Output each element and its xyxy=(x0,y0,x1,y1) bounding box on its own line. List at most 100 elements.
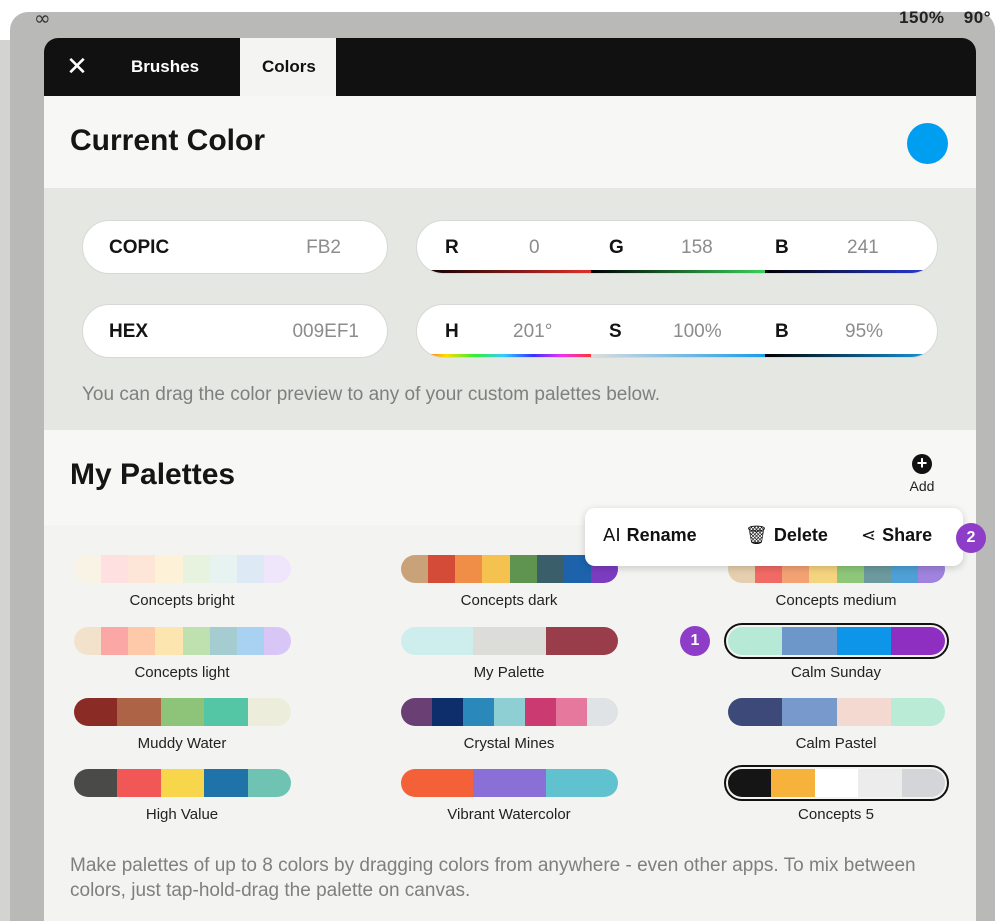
palette-swatch[interactable] xyxy=(494,698,525,726)
palette-swatch[interactable] xyxy=(204,698,248,726)
palette-swatch[interactable] xyxy=(209,555,237,583)
palette-swatch[interactable] xyxy=(236,627,264,655)
palette-swatch[interactable] xyxy=(428,555,456,583)
palette-swatch[interactable] xyxy=(117,698,161,726)
palette-strip[interactable] xyxy=(74,769,291,797)
palette-swatch[interactable] xyxy=(182,627,210,655)
copic-value[interactable]: FB2 xyxy=(306,237,341,259)
palette-swatch[interactable] xyxy=(263,555,291,583)
palette-swatch[interactable] xyxy=(128,555,156,583)
hex-field[interactable]: HEX 009EF1 xyxy=(82,304,388,358)
palette-strip[interactable] xyxy=(74,627,291,655)
palette-swatch[interactable] xyxy=(160,698,205,726)
palette-swatch[interactable] xyxy=(128,627,156,655)
rename-label: Rename xyxy=(626,525,697,545)
palette-swatch[interactable] xyxy=(182,555,210,583)
b-value[interactable]: 241 xyxy=(847,237,879,259)
palette-swatch[interactable] xyxy=(401,698,432,726)
palette-swatch[interactable] xyxy=(263,627,291,655)
palette-swatch[interactable] xyxy=(525,698,556,726)
g-value[interactable]: 158 xyxy=(681,237,713,259)
palette-swatch[interactable] xyxy=(509,555,537,583)
add-palette-button[interactable]: + Add xyxy=(902,454,942,495)
palette-swatch[interactable] xyxy=(836,698,891,726)
palette-swatch[interactable] xyxy=(247,698,291,726)
current-color-swatch[interactable] xyxy=(907,123,948,164)
palette-swatch[interactable] xyxy=(482,555,510,583)
palette-strip[interactable] xyxy=(401,627,618,655)
palette-swatch[interactable] xyxy=(814,769,859,797)
palette-swatch[interactable] xyxy=(473,769,546,797)
palette-swatch[interactable] xyxy=(247,769,291,797)
palette-swatch[interactable] xyxy=(74,555,102,583)
palette-swatch[interactable] xyxy=(401,769,474,797)
palette-swatch[interactable] xyxy=(890,698,945,726)
palette-strip[interactable] xyxy=(74,555,291,583)
palette-swatch[interactable] xyxy=(473,627,546,655)
palette-swatch[interactable] xyxy=(455,555,483,583)
delete-button[interactable]: 🗑 Delete xyxy=(745,525,828,546)
palette-swatch[interactable] xyxy=(463,698,494,726)
palette-swatch[interactable] xyxy=(209,627,237,655)
palette-swatch[interactable] xyxy=(545,769,618,797)
palette-swatch[interactable] xyxy=(836,627,891,655)
tab-brushes[interactable]: Brushes xyxy=(109,38,221,96)
rename-button[interactable]: AI Rename xyxy=(603,525,697,546)
palette-swatch[interactable] xyxy=(782,627,837,655)
copic-label: COPIC xyxy=(109,237,170,258)
palette-strip[interactable] xyxy=(724,623,949,659)
palette-strip[interactable] xyxy=(728,698,945,726)
palette-swatch[interactable] xyxy=(890,627,945,655)
palette-strip[interactable] xyxy=(401,698,618,726)
palette-swatch[interactable] xyxy=(728,769,772,797)
copic-field[interactable]: COPIC FB2 xyxy=(82,220,388,274)
share-button[interactable]: ⋖ Share xyxy=(861,525,932,546)
palette-strip[interactable] xyxy=(401,769,618,797)
palette-swatch[interactable] xyxy=(771,769,815,797)
palette-swatch[interactable] xyxy=(74,769,118,797)
palette-swatch[interactable] xyxy=(155,627,183,655)
palette-strip[interactable] xyxy=(724,765,949,801)
palette-swatch[interactable] xyxy=(432,698,463,726)
palette-swatch[interactable] xyxy=(536,555,564,583)
g-slider[interactable] xyxy=(591,270,765,273)
tab-colors[interactable]: Colors xyxy=(240,38,336,96)
b-slider[interactable] xyxy=(765,270,937,273)
rename-icon: AI xyxy=(603,525,621,546)
r-slider[interactable] xyxy=(417,270,591,273)
palette-swatch[interactable] xyxy=(556,698,587,726)
brightness-value[interactable]: 95% xyxy=(845,321,883,343)
palette-swatch[interactable] xyxy=(160,769,205,797)
palette-swatch[interactable] xyxy=(155,555,183,583)
hsb-field[interactable]: H 201° S 100% B 95% xyxy=(416,304,938,358)
brightness-slider[interactable] xyxy=(765,354,937,357)
drag-hint-text: You can drag the color preview to any of… xyxy=(82,384,661,405)
s-value[interactable]: 100% xyxy=(673,321,722,343)
hex-value[interactable]: 009EF1 xyxy=(292,321,359,343)
palette-swatch[interactable] xyxy=(728,627,783,655)
step-badge-2: 2 xyxy=(956,523,986,553)
palette-swatch[interactable] xyxy=(901,769,945,797)
palette-swatch[interactable] xyxy=(74,698,118,726)
palette-swatch[interactable] xyxy=(236,555,264,583)
palette-swatch[interactable] xyxy=(587,698,618,726)
palette-swatch[interactable] xyxy=(101,627,129,655)
h-value[interactable]: 201° xyxy=(513,321,552,343)
palette-swatch[interactable] xyxy=(728,698,783,726)
palette-swatch[interactable] xyxy=(401,627,474,655)
s-slider[interactable] xyxy=(591,354,765,357)
rgb-field[interactable]: R 0 G 158 B 241 xyxy=(416,220,938,274)
palette-swatch[interactable] xyxy=(101,555,129,583)
palette-swatch[interactable] xyxy=(204,769,248,797)
close-icon[interactable]: ✕ xyxy=(60,50,94,84)
palette-strip[interactable] xyxy=(74,698,291,726)
h-slider[interactable] xyxy=(417,354,591,357)
palette-swatch[interactable] xyxy=(117,769,161,797)
palette-swatch[interactable] xyxy=(782,698,837,726)
palette-swatch[interactable] xyxy=(74,627,102,655)
palette-name: Concepts medium xyxy=(775,592,897,609)
palette-swatch[interactable] xyxy=(545,627,618,655)
palette-swatch[interactable] xyxy=(858,769,902,797)
palette-swatch[interactable] xyxy=(401,555,429,583)
r-value[interactable]: 0 xyxy=(529,237,540,259)
